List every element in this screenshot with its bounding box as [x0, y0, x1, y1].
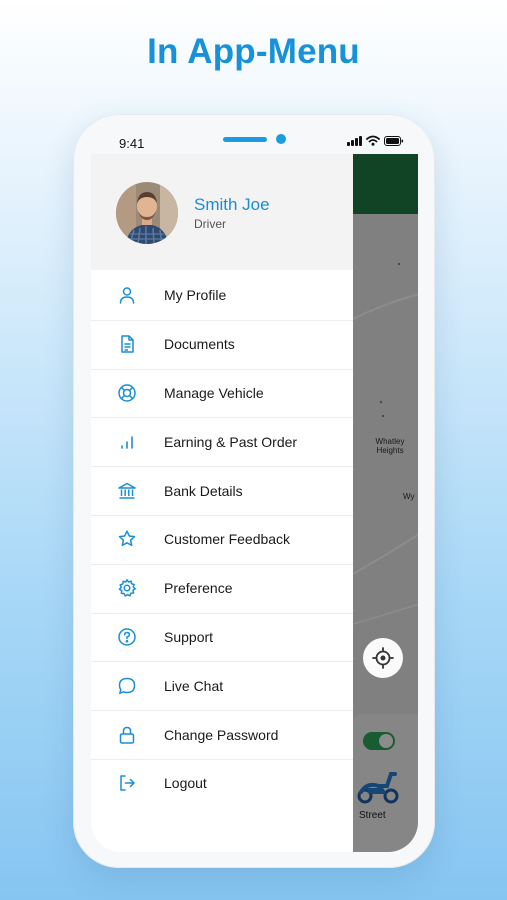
menu-item-manage-vehicle[interactable]: Manage Vehicle — [91, 368, 353, 418]
menu-item-documents[interactable]: Documents — [91, 319, 353, 369]
avatar[interactable] — [116, 182, 178, 244]
dynamic-island-bar — [223, 137, 267, 142]
my-location-button[interactable] — [363, 638, 403, 678]
profile-name: Smith Joe — [194, 195, 270, 214]
menu-item-customer-feedback[interactable]: Customer Feedback — [91, 514, 353, 564]
camera-dot — [276, 134, 286, 144]
chat-bubble-icon — [117, 676, 137, 696]
navigation-drawer: Smith Joe Driver My Profile Documents Ma… — [91, 154, 353, 852]
status-bar: 9:41 — [73, 114, 435, 154]
menu-item-support[interactable]: Support — [91, 612, 353, 662]
menu-item-label: Change Password — [164, 726, 279, 743]
page-headline: In App-Menu — [147, 32, 360, 71]
menu-item-label: Logout — [164, 775, 207, 792]
star-icon — [117, 529, 137, 549]
status-icons — [347, 134, 404, 146]
menu-item-label: My Profile — [164, 287, 227, 304]
menu-item-label: Live Chat — [164, 677, 224, 694]
user-icon — [117, 285, 137, 305]
logout-icon — [117, 773, 137, 793]
help-circle-icon — [117, 627, 137, 647]
lifebuoy-icon — [117, 383, 137, 403]
menu-item-label: Documents — [164, 336, 235, 353]
signal-icon — [347, 136, 362, 146]
menu-item-label: Support — [164, 628, 214, 645]
menu-item-logout[interactable]: Logout — [91, 758, 353, 808]
menu-item-label: Customer Feedback — [164, 531, 291, 548]
menu-item-label: Preference — [164, 580, 233, 597]
app-screen: Whatley Heights Wy Street Smith Joe Driv… — [91, 154, 418, 852]
document-icon — [117, 334, 137, 354]
phone-frame: 9:41 Whatley Heights Wy Street Smith Joe… — [73, 114, 435, 868]
menu-item-preference[interactable]: Preference — [91, 563, 353, 613]
drawer-scrim[interactable] — [353, 154, 418, 852]
profile-header[interactable]: Smith Joe Driver — [91, 154, 353, 270]
menu-item-label: Bank Details — [164, 482, 243, 499]
wifi-icon — [366, 135, 380, 146]
crosshair-icon — [372, 647, 394, 669]
menu-item-change-password[interactable]: Change Password — [91, 710, 353, 759]
menu-item-label: Earning & Past Order — [164, 433, 298, 450]
menu-item-label: Manage Vehicle — [164, 384, 264, 401]
menu-item-my-profile[interactable]: My Profile — [91, 271, 353, 320]
menu-item-bank-details[interactable]: Bank Details — [91, 466, 353, 515]
bank-icon — [117, 481, 137, 501]
battery-icon — [384, 136, 404, 146]
bar-chart-icon — [117, 432, 137, 452]
gear-icon — [117, 578, 137, 598]
status-time: 9:41 — [119, 136, 145, 151]
profile-role: Driver — [194, 217, 226, 231]
menu-item-live-chat[interactable]: Live Chat — [91, 661, 353, 710]
menu-item-earning-past-order[interactable]: Earning & Past Order — [91, 417, 353, 466]
drawer-menu: My Profile Documents Manage Vehicle Earn… — [91, 271, 353, 808]
lock-icon — [117, 725, 137, 745]
